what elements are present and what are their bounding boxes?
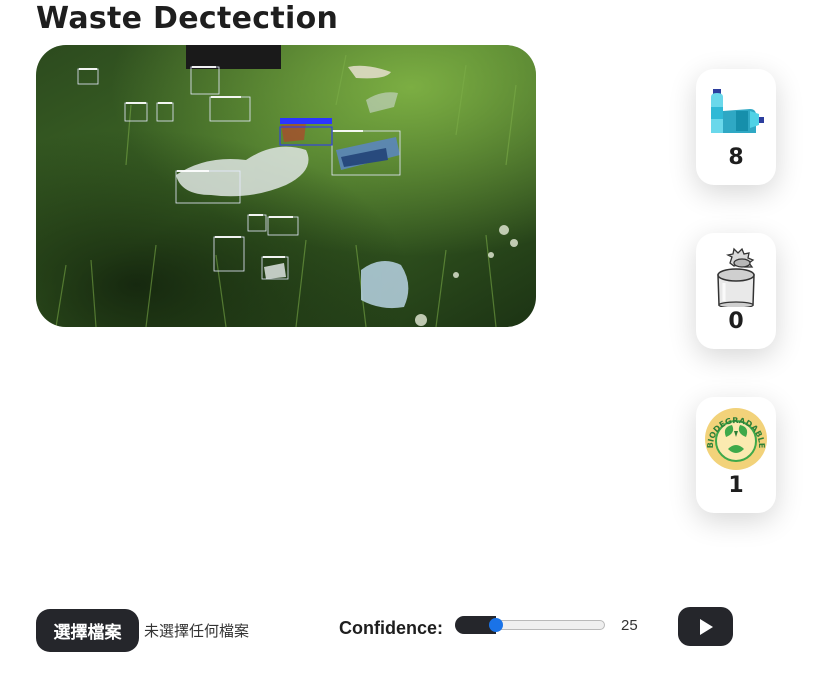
slider-thumb[interactable] xyxy=(489,618,503,632)
plastic-count: 8 xyxy=(728,145,744,170)
biodegradable-badge-icon: BIODEGRADABLE xyxy=(704,407,768,471)
tin-can-icon xyxy=(704,243,768,309)
plastic-bottles-icon xyxy=(704,79,768,143)
page-title: Waste Dectection xyxy=(36,1,339,36)
file-status-text: 未選擇任何檔案 xyxy=(144,622,250,640)
metal-count-card: 0 xyxy=(696,233,776,349)
confidence-slider[interactable] xyxy=(455,615,605,635)
plastic-count-card: 8 xyxy=(696,69,776,185)
confidence-label: Confidence: xyxy=(339,618,444,638)
biodegradable-count-card: BIODEGRADABLE 1 xyxy=(696,397,776,513)
biodegradable-count: 1 xyxy=(728,473,744,498)
metal-count: 0 xyxy=(728,309,744,334)
play-button[interactable] xyxy=(678,607,733,646)
detection-result-image xyxy=(36,45,536,327)
play-icon xyxy=(699,618,713,635)
choose-file-button[interactable]: 選擇檔案 xyxy=(36,609,139,652)
biodegradable-badge-text: BIODEGRADABLE xyxy=(706,416,766,449)
confidence-value: 25 xyxy=(621,617,638,634)
